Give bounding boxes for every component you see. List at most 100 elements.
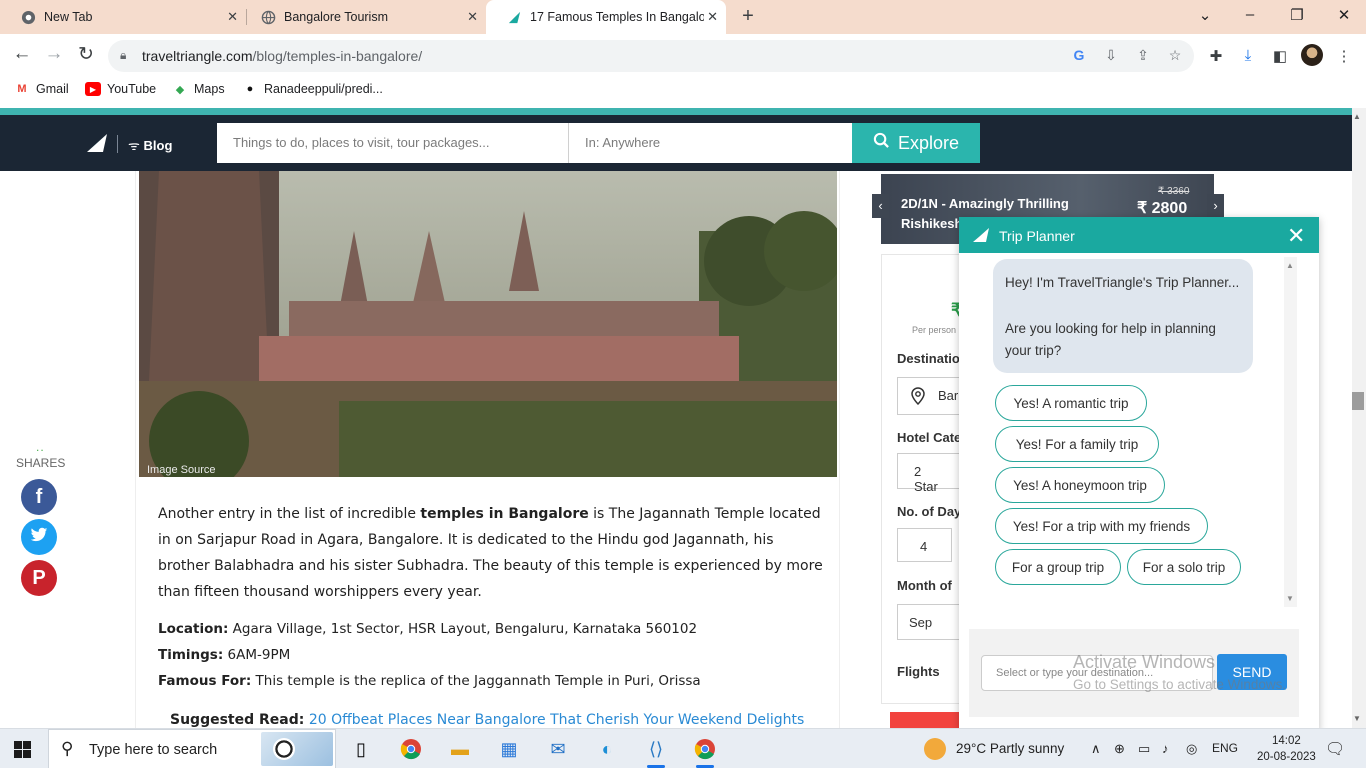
destination-input[interactable]: Bar (897, 377, 961, 415)
option-group-trip[interactable]: For a group trip (995, 549, 1121, 585)
restore-icon[interactable]: ❐ (1287, 6, 1307, 24)
file-explorer-icon[interactable]: ▬ (445, 735, 475, 763)
forward-icon[interactable]: → (43, 43, 65, 65)
tab-search-chevron-icon[interactable]: ⌄ (1195, 6, 1215, 24)
bookmark-gmail[interactable]: M Gmail (14, 82, 68, 96)
weather-text[interactable]: 29°C Partly sunny (956, 741, 1064, 756)
deal-prev-arrow-icon[interactable]: ‹ (872, 194, 889, 218)
chrome-taskbar-icon[interactable] (396, 735, 426, 763)
month-label: Month of (897, 578, 952, 593)
rss-icon: ᯤ (128, 138, 140, 153)
network-icon[interactable]: ⊕ (1114, 741, 1125, 757)
mail-icon[interactable]: ✉ (543, 735, 573, 763)
close-tab-icon[interactable]: ✕ (227, 9, 238, 25)
meet-now-icon[interactable]: ◎ (1186, 741, 1197, 757)
close-tab-icon[interactable]: ✕ (707, 9, 718, 25)
system-clock[interactable]: 14:02 20-08-2023 (1257, 733, 1316, 765)
battery-icon[interactable]: ▭ (1138, 741, 1150, 757)
tab-temples-active[interactable]: 17 Famous Temples In Bangalore ✕ (486, 0, 726, 34)
site-search-input[interactable]: Things to do, places to visit, tour pack… (217, 123, 569, 163)
input-language[interactable]: ENG (1212, 741, 1238, 755)
chat-scrollbar[interactable]: ▲ ▼ (1284, 257, 1297, 607)
search-icon: ⚲ (61, 739, 74, 758)
timings-value: 6AM-9PM (223, 647, 291, 663)
google-lens-icon[interactable]: G (1070, 47, 1088, 63)
option-family-trip[interactable]: Yes! For a family trip (995, 426, 1159, 462)
suggested-read-link[interactable]: 20 Offbeat Places Near Bangalore That Ch… (309, 712, 804, 728)
tab-new-tab[interactable]: New Tab ✕ (0, 0, 246, 34)
taskbar-search-box[interactable]: ⚲ Type here to search (48, 729, 336, 768)
bookmark-maps[interactable]: ◆ Maps (172, 82, 225, 96)
bookmark-label: YouTube (107, 82, 157, 96)
youtube-icon: ▶ (85, 82, 101, 96)
deal-next-arrow-icon[interactable]: › (1207, 194, 1224, 218)
task-view-icon[interactable]: ▯ (346, 735, 376, 763)
page-scrollbar-thumb[interactable] (1352, 392, 1364, 410)
destination-value: Bar (938, 388, 959, 403)
famous-for-label: Famous For: (158, 673, 252, 689)
facebook-share-button[interactable]: f (21, 479, 57, 515)
deal-old-price: ₹ 3360 (1158, 186, 1190, 197)
close-tab-icon[interactable]: ✕ (467, 9, 478, 25)
downloads-icon[interactable]: ⤓ (1238, 47, 1258, 64)
option-honeymoon-trip[interactable]: Yes! A honeymoon trip (995, 467, 1165, 503)
github-icon: ● (246, 83, 254, 95)
bot-greeting: Hey! I'm TravelTriangle's Trip Planner..… (1005, 275, 1240, 290)
bookmark-youtube[interactable]: ▶ YouTube (85, 82, 156, 96)
scroll-down-arrow-icon[interactable]: ▼ (1353, 714, 1361, 723)
twitter-icon (30, 526, 48, 549)
new-tab-plus-icon[interactable]: + (737, 5, 759, 28)
image-source-link[interactable]: Image Source (147, 464, 215, 476)
minimize-icon[interactable]: – (1240, 6, 1260, 23)
extensions-puzzle-icon[interactable]: ✚ (1206, 47, 1226, 65)
reload-icon[interactable]: ↻ (75, 43, 97, 66)
bookmark-github[interactable]: ● Ranadeeppuli/predi... (242, 82, 383, 96)
chat-scroll-down-icon[interactable]: ▼ (1286, 594, 1294, 603)
url-text[interactable]: traveltriangle.com/blog/temples-in-banga… (142, 48, 422, 64)
hotel-category-select[interactable]: 2 Star (897, 453, 961, 494)
back-icon[interactable]: ← (11, 43, 33, 65)
scroll-up-arrow-icon[interactable]: ▲ (1353, 112, 1361, 121)
chrome-active-taskbar-icon[interactable] (690, 735, 720, 768)
hotel-category-label: Hotel Cate (897, 430, 962, 445)
tray-chevron-up-icon[interactable]: ∧ (1091, 741, 1101, 757)
tab-title: New Tab (44, 10, 93, 24)
traveltriangle-logo[interactable] (86, 133, 108, 153)
windows-start-icon[interactable] (14, 741, 31, 758)
option-friends-trip[interactable]: Yes! For a trip with my friends (995, 508, 1208, 544)
close-window-icon[interactable]: ✕ (1334, 6, 1354, 24)
bookmark-star-icon[interactable]: ☆ (1166, 47, 1184, 64)
pinterest-share-button[interactable]: P (21, 560, 57, 596)
days-input[interactable]: 4 (897, 528, 952, 562)
edge-icon[interactable]: ◐ (592, 735, 622, 763)
bookmarks-bar: M Gmail ▶ YouTube ◆ Maps ● Ranadeeppuli/… (0, 76, 1366, 104)
share-count: .. (36, 440, 45, 454)
submit-button[interactable] (890, 712, 960, 728)
weather-partly-sunny-icon[interactable] (924, 738, 946, 760)
address-bar[interactable]: 🔒︎ traveltriangle.com/blog/temples-in-ba… (108, 40, 1194, 72)
explore-button[interactable]: Explore (852, 123, 980, 163)
notifications-icon[interactable]: 🗨︎ (1325, 739, 1345, 759)
twitter-share-button[interactable] (21, 519, 57, 555)
clock-date: 20-08-2023 (1257, 751, 1316, 763)
option-solo-trip[interactable]: For a solo trip (1127, 549, 1241, 585)
month-select[interactable]: Sep (897, 604, 961, 640)
chat-close-icon[interactable]: ✕ (1287, 223, 1305, 249)
location-input[interactable]: In: Anywhere (569, 123, 852, 163)
share-icon[interactable]: ⇪ (1134, 47, 1152, 64)
vscode-icon[interactable]: ⟨⟩ (641, 735, 671, 768)
option-romantic-trip[interactable]: Yes! A romantic trip (995, 385, 1147, 421)
side-panel-icon[interactable]: ◧ (1270, 47, 1290, 65)
blog-link[interactable]: ᯤ Blog (128, 136, 172, 154)
chrome-menu-icon[interactable]: ⋮ (1334, 47, 1354, 65)
microsoft-store-icon[interactable]: ▦ (494, 735, 524, 763)
timings-label: Timings: (158, 647, 224, 663)
page-scrollbar[interactable] (1352, 108, 1366, 728)
install-app-icon[interactable]: ⇩ (1102, 47, 1120, 64)
search-highlight-image (261, 732, 333, 766)
volume-icon[interactable]: ♪ (1162, 741, 1169, 756)
tab-bangalore-tourism[interactable]: Bangalore Tourism ✕ (240, 0, 486, 34)
chat-scroll-up-icon[interactable]: ▲ (1286, 261, 1294, 270)
profile-avatar[interactable] (1301, 44, 1323, 66)
article-paragraph: Another entry in the list of incredible … (158, 501, 823, 605)
